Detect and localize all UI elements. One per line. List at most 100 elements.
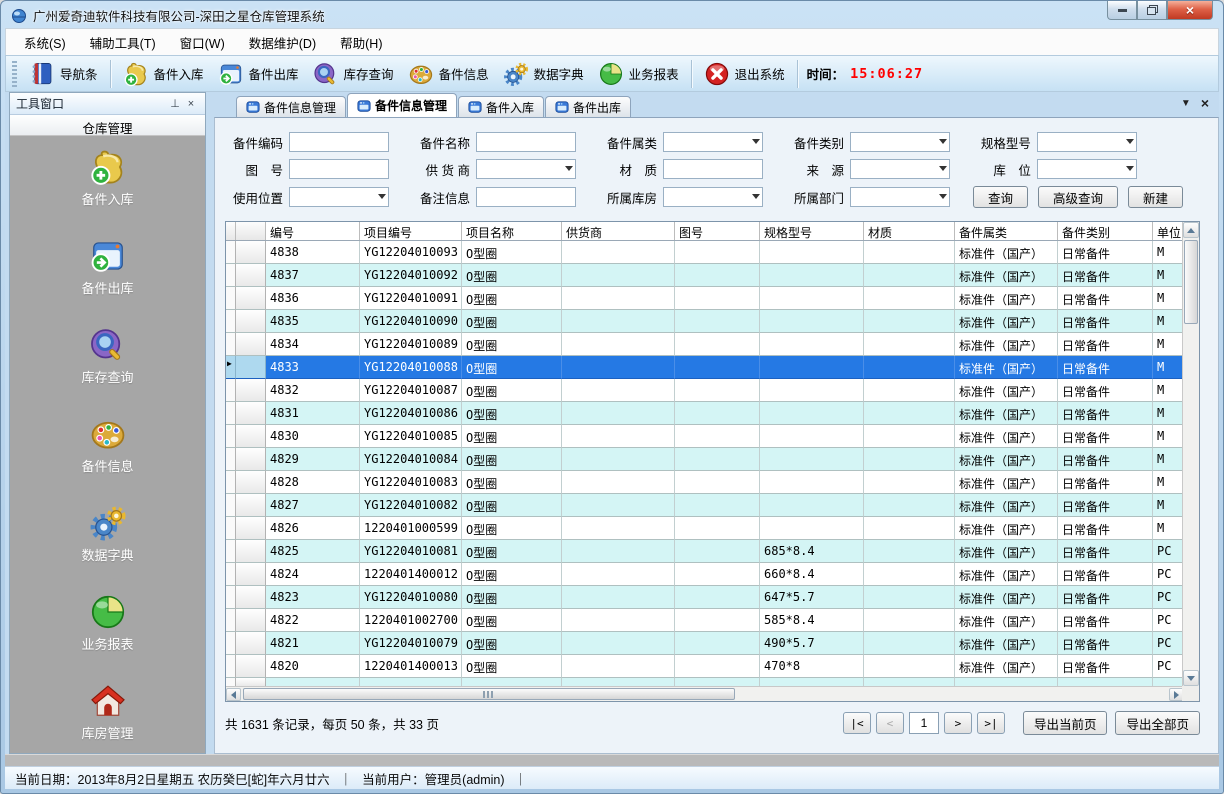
tab-2[interactable]: 备件入库 — [458, 96, 544, 117]
table-cell[interactable]: 4836 — [266, 287, 360, 310]
restore-button[interactable] — [1137, 1, 1167, 20]
row-header[interactable] — [236, 563, 266, 586]
table-row[interactable]: 4837YG12204010092O型圈标准件（国产）日常备件M — [226, 264, 1184, 287]
row-header[interactable] — [236, 471, 266, 494]
row-select-marker[interactable] — [226, 563, 236, 586]
table-cell[interactable] — [562, 287, 675, 310]
table-cell[interactable] — [675, 241, 760, 264]
menu-item-4[interactable]: 帮助(H) — [328, 29, 394, 56]
table-cell[interactable] — [675, 402, 760, 425]
table-row[interactable]: 4830YG12204010085O型圈标准件（国产）日常备件M — [226, 425, 1184, 448]
row-select-marker[interactable] — [226, 241, 236, 264]
title-bar[interactable]: 广州爱奇迪软件科技有限公司-深田之星仓库管理系统 × — [5, 1, 1219, 28]
table-cell[interactable] — [760, 264, 864, 287]
table-cell[interactable]: M — [1153, 402, 1184, 425]
table-cell[interactable]: O型圈 — [462, 264, 562, 287]
table-cell[interactable]: 日常备件 — [1058, 471, 1153, 494]
row-select-marker[interactable]: ▶ — [226, 356, 236, 379]
table-cell[interactable] — [864, 632, 955, 655]
table-cell[interactable]: PC — [1153, 563, 1184, 586]
table-cell[interactable] — [562, 494, 675, 517]
menu-item-1[interactable]: 辅助工具(T) — [78, 29, 168, 56]
table-cell[interactable]: O型圈 — [462, 632, 562, 655]
new-button[interactable]: 新建 — [1128, 186, 1183, 208]
table-cell[interactable] — [675, 425, 760, 448]
table-row[interactable]: 4823YG12204010080O型圈647*5.7标准件（国产）日常备件PC — [226, 586, 1184, 609]
table-cell[interactable] — [562, 241, 675, 264]
table-cell[interactable]: 标准件（国产） — [955, 310, 1058, 333]
row-header[interactable] — [236, 540, 266, 563]
table-row[interactable]: 4828YG12204010083O型圈标准件（国产）日常备件M — [226, 471, 1184, 494]
vertical-scroll-thumb[interactable] — [1184, 240, 1198, 324]
table-cell[interactable]: O型圈 — [462, 379, 562, 402]
table-cell[interactable]: 4831 — [266, 402, 360, 425]
scroll-up-button[interactable] — [1183, 222, 1199, 238]
table-cell[interactable] — [562, 448, 675, 471]
table-row[interactable]: 48261220401000599O型圈标准件（国产）日常备件M — [226, 517, 1184, 540]
table-cell[interactable]: YG12204010087 — [360, 379, 462, 402]
table-cell[interactable]: 4822 — [266, 609, 360, 632]
row-select-marker[interactable] — [226, 609, 236, 632]
table-cell[interactable]: 4823 — [266, 586, 360, 609]
table-cell[interactable]: 685*8.4 — [760, 540, 864, 563]
table-cell[interactable] — [864, 425, 955, 448]
tab-close-icon[interactable]: × — [1201, 96, 1209, 110]
table-row[interactable]: 4836YG12204010091O型圈标准件（国产）日常备件M — [226, 287, 1184, 310]
table-cell[interactable]: O型圈 — [462, 517, 562, 540]
table-cell[interactable]: 4837 — [266, 264, 360, 287]
table-row[interactable]: 4825YG12204010081O型圈685*8.4标准件（国产）日常备件PC — [226, 540, 1184, 563]
table-cell[interactable]: 标准件（国产） — [955, 402, 1058, 425]
table-cell[interactable] — [760, 517, 864, 540]
scroll-left-button[interactable] — [226, 688, 241, 701]
table-cell[interactable]: M — [1153, 494, 1184, 517]
sidebar-item-2[interactable]: 库存查询 — [10, 326, 205, 386]
toolbar-button-6[interactable]: 业务报表 — [591, 57, 686, 91]
toolbar-button-3[interactable]: 库存查询 — [306, 57, 401, 91]
search-dropdown-8[interactable] — [850, 159, 950, 179]
search-dropdown-2[interactable] — [663, 132, 763, 152]
table-cell[interactable]: 1220401002700 — [360, 609, 462, 632]
search-dropdown-4[interactable] — [1037, 132, 1137, 152]
table-cell[interactable]: 标准件（国产） — [955, 655, 1058, 678]
row-header[interactable] — [236, 356, 266, 379]
row-select-marker[interactable] — [226, 425, 236, 448]
table-cell[interactable] — [675, 287, 760, 310]
table-cell[interactable]: 标准件（国产） — [955, 356, 1058, 379]
table-cell[interactable] — [562, 264, 675, 287]
table-cell[interactable] — [760, 333, 864, 356]
row-select-marker[interactable] — [226, 517, 236, 540]
search-input-0[interactable] — [289, 132, 389, 152]
table-cell[interactable] — [760, 310, 864, 333]
table-cell[interactable] — [675, 563, 760, 586]
row-header[interactable] — [236, 609, 266, 632]
table-cell[interactable] — [562, 540, 675, 563]
search-dropdown-13[interactable] — [850, 187, 950, 207]
table-row[interactable]: 4831YG12204010086O型圈标准件（国产）日常备件M — [226, 402, 1184, 425]
table-cell[interactable]: M — [1153, 287, 1184, 310]
table-cell[interactable]: M — [1153, 517, 1184, 540]
table-cell[interactable] — [864, 471, 955, 494]
table-cell[interactable]: PC — [1153, 632, 1184, 655]
table-cell[interactable] — [864, 333, 955, 356]
table-cell[interactable]: 日常备件 — [1058, 264, 1153, 287]
table-cell[interactable]: 4826 — [266, 517, 360, 540]
table-cell[interactable]: 标准件（国产） — [955, 632, 1058, 655]
table-cell[interactable]: 1220401400012 — [360, 563, 462, 586]
table-cell[interactable]: 标准件（国产） — [955, 517, 1058, 540]
table-cell[interactable]: 4827 — [266, 494, 360, 517]
table-cell[interactable]: 日常备件 — [1058, 563, 1153, 586]
table-cell[interactable]: YG12204010091 — [360, 287, 462, 310]
page-number-input[interactable] — [909, 712, 939, 734]
table-cell[interactable] — [675, 310, 760, 333]
row-header[interactable] — [236, 425, 266, 448]
column-header-单位[interactable]: 单位 — [1153, 222, 1184, 240]
row-header[interactable] — [236, 333, 266, 356]
table-cell[interactable]: 4820 — [266, 655, 360, 678]
table-cell[interactable]: 4825 — [266, 540, 360, 563]
table-cell[interactable] — [864, 494, 955, 517]
table-cell[interactable]: 标准件（国产） — [955, 287, 1058, 310]
table-cell[interactable] — [675, 379, 760, 402]
table-cell[interactable]: 1220401000599 — [360, 517, 462, 540]
table-cell[interactable]: 日常备件 — [1058, 425, 1153, 448]
table-cell[interactable]: 日常备件 — [1058, 241, 1153, 264]
